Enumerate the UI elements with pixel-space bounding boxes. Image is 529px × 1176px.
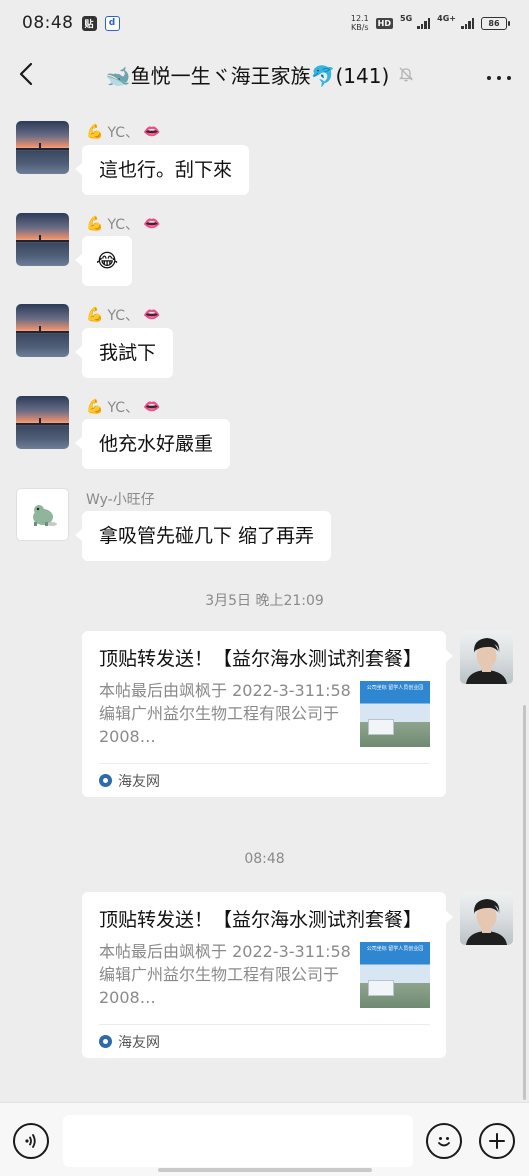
- app-notification-icon: d: [104, 15, 120, 31]
- message-bubble[interactable]: 拿吸管先碰几下 缩了再弄: [74, 511, 332, 561]
- link-card[interactable]: 顶贴转发送！【益尔海水测试剂套餐】 本帖最后由飒枫于 2022-3-311:58…: [82, 892, 453, 1058]
- card-title: 顶贴转发送！【益尔海水测试剂套餐】: [99, 648, 423, 670]
- card-description: 本帖最后由飒枫于 2022-3-311:58编辑广州益尔生物工程有限公司于200…: [99, 681, 351, 746]
- card-thumbnail: 公司坐标 留学人员创业园: [360, 681, 430, 747]
- home-indicator[interactable]: [158, 1168, 372, 1172]
- signal-icon: [417, 17, 431, 29]
- status-time: 08:48: [22, 13, 74, 33]
- input-bar: [0, 1102, 529, 1176]
- signal-icon: [461, 17, 474, 29]
- voice-icon: [25, 1134, 36, 1148]
- sloth-avatar-icon: [32, 504, 57, 526]
- plus-icon: [489, 1133, 505, 1149]
- battery-icon: 86: [481, 16, 510, 30]
- status-bar: 08:48 贴 d 12.1 KB/s HD 5G 4G+ 86: [0, 0, 529, 46]
- message-bubble[interactable]: 我試下: [74, 328, 174, 378]
- person-avatar-icon: [466, 899, 507, 945]
- emoji-icon: [438, 1137, 450, 1147]
- avatar[interactable]: [16, 488, 69, 541]
- card-title: 顶贴转发送！【益尔海水测试剂套餐】: [99, 909, 423, 931]
- avatar[interactable]: [16, 396, 69, 449]
- network-gen-label: 4G+: [437, 14, 456, 23]
- message-bubble[interactable]: 這也行。刮下來: [74, 145, 250, 195]
- hd-icon: HD: [375, 17, 394, 29]
- avatar[interactable]: [16, 304, 69, 357]
- card-source: 海友网: [99, 764, 430, 797]
- message-input[interactable]: [63, 1115, 413, 1167]
- message-bubble[interactable]: 他充水好嚴重: [74, 419, 231, 469]
- back-button[interactable]: [0, 46, 52, 102]
- chat-header: 🐋鱼悦一生ヾ海王家族🐬(141): [0, 46, 529, 102]
- avatar[interactable]: [16, 213, 69, 266]
- message-list[interactable]: 💪 YC、 👄 這也行。刮下來 💪 YC、 👄 😂 💪 YC、 👄 我試下 💪 …: [0, 102, 529, 1102]
- card-description: 本帖最后由飒枫于 2022-3-311:58编辑广州益尔生物工程有限公司于200…: [99, 942, 351, 1007]
- link-card[interactable]: 顶贴转发送！【益尔海水测试剂套餐】 本帖最后由飒枫于 2022-3-311:58…: [82, 631, 453, 797]
- avatar[interactable]: [460, 892, 513, 945]
- sender-name: 💪 YC、 👄: [86, 216, 161, 233]
- message-bubble[interactable]: 😂: [74, 236, 133, 286]
- chat-title: 🐋鱼悦一生ヾ海王家族🐬(141): [105, 63, 390, 88]
- notification-icon: 贴: [81, 15, 97, 31]
- more-dots-icon: [484, 65, 514, 84]
- source-logo-icon: [99, 1035, 112, 1048]
- sender-name: 💪 YC、 👄: [86, 399, 161, 416]
- scrollbar[interactable]: [523, 705, 526, 1100]
- sender-name: 💪 YC、 👄: [86, 307, 161, 324]
- mute-bell-icon: [399, 67, 414, 82]
- more-options-button[interactable]: [469, 46, 529, 102]
- chevron-left-icon: [19, 62, 33, 86]
- person-avatar-icon: [466, 638, 507, 684]
- sender-name: 💪 YC、 👄: [86, 124, 161, 141]
- sender-name: Wy-小旺仔: [86, 492, 155, 508]
- avatar[interactable]: [16, 121, 69, 174]
- network-gen-label: 5G: [400, 14, 413, 23]
- timestamp: 08:48: [244, 851, 285, 867]
- source-logo-icon: [99, 774, 112, 787]
- voice-input-button[interactable]: [13, 1123, 49, 1159]
- timestamp: 3月5日 晚上21:09: [205, 593, 324, 609]
- more-functions-button[interactable]: [479, 1123, 515, 1159]
- emoji-button[interactable]: [426, 1123, 462, 1159]
- network-speed: 12.1 KB/s: [350, 14, 369, 32]
- card-source: 海友网: [99, 1025, 430, 1058]
- avatar[interactable]: [460, 631, 513, 684]
- card-thumbnail: 公司坐标 留学人员创业园: [360, 942, 430, 1008]
